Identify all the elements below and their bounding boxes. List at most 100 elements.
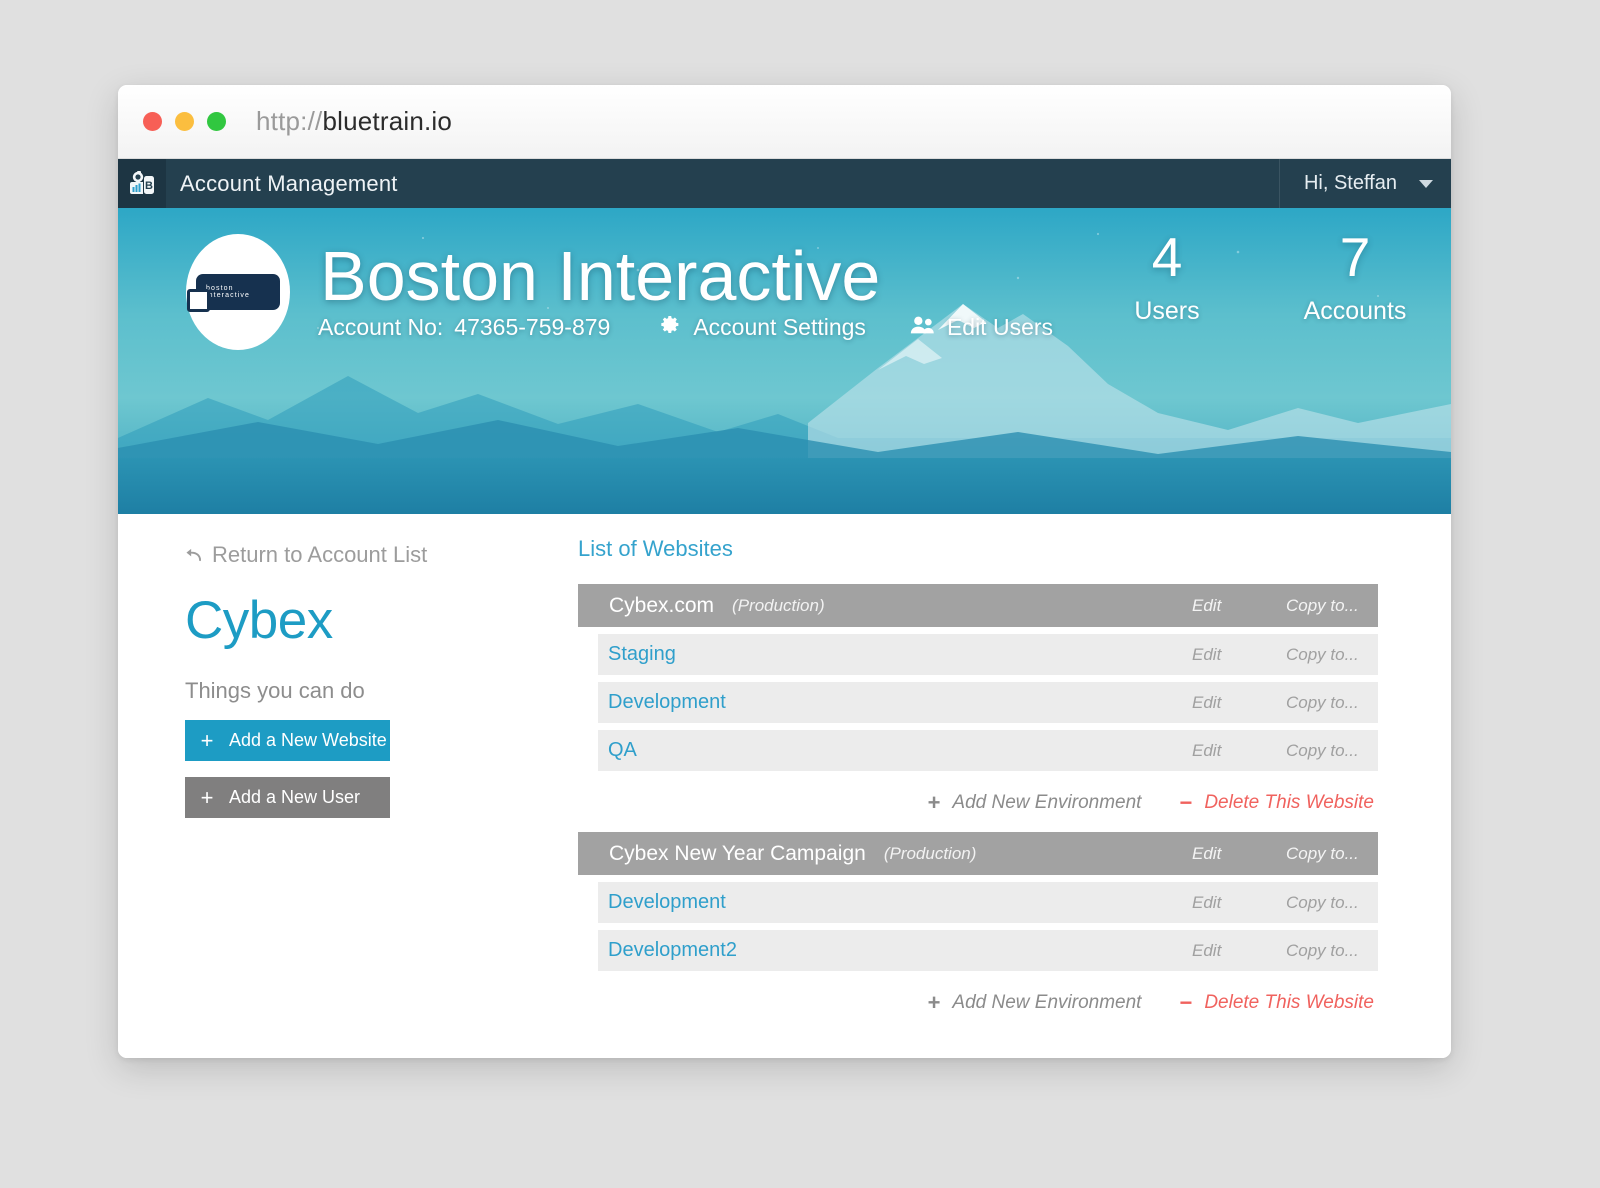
row-actions: Edit Copy to... <box>1192 645 1378 665</box>
company-name: Boston Interactive <box>320 237 881 315</box>
plus-icon: + <box>200 784 214 810</box>
environment-name[interactable]: QA <box>608 739 637 762</box>
plus-icon: + <box>200 727 214 753</box>
edit-link[interactable]: Edit <box>1192 941 1274 961</box>
add-new-user-label: Add a New User <box>229 787 361 807</box>
edit-link[interactable]: Edit <box>1192 893 1274 913</box>
environment-row: QA Edit Copy to... <box>598 730 1378 771</box>
environment-row: Staging Edit Copy to... <box>598 634 1378 675</box>
row-actions: Edit Copy to... <box>1192 693 1378 713</box>
environment-row: Development Edit Copy to... <box>598 682 1378 723</box>
delete-this-website-link[interactable]: − Delete This Website <box>1179 990 1374 1016</box>
sidebar: Return to Account List Cybex Things you … <box>185 542 515 818</box>
account-meta: Account No: 47365-759-879 Account Settin… <box>318 314 1097 341</box>
website-header-row[interactable]: Cybex New Year Campaign (Production) Edi… <box>578 832 1378 875</box>
add-new-website-button[interactable]: + Add a New Website <box>185 720 390 761</box>
edit-link[interactable]: Edit <box>1192 741 1274 761</box>
minus-icon: − <box>1179 790 1193 815</box>
block-actions: + Add New Environment − Delete This Webs… <box>578 990 1378 1016</box>
websites-list: List of Websites Cybex.com (Production) … <box>578 536 1378 1032</box>
copy-to-link[interactable]: Copy to... <box>1286 893 1368 913</box>
website-block: Cybex New Year Campaign (Production) Edi… <box>578 832 1378 1016</box>
website-header-row[interactable]: Cybex.com (Production) Edit Copy to... <box>578 584 1378 627</box>
account-settings-label: Account Settings <box>693 314 866 340</box>
row-actions: Edit Copy to... <box>1192 893 1378 913</box>
website-env-tag: (Production) <box>883 843 977 863</box>
user-menu[interactable]: Hi, Steffan <box>1278 159 1451 208</box>
row-actions: Edit Copy to... <box>1192 844 1378 864</box>
copy-to-link[interactable]: Copy to... <box>1286 741 1368 761</box>
edit-link[interactable]: Edit <box>1192 596 1274 616</box>
back-arrow-icon <box>185 542 202 568</box>
stat-accounts: 7 Accounts <box>1299 226 1411 326</box>
block-actions: + Add New Environment − Delete This Webs… <box>578 790 1378 816</box>
add-new-environment-link[interactable]: + Add New Environment <box>928 790 1142 816</box>
maximize-window-button[interactable] <box>207 112 226 131</box>
train-logo-icon[interactable]: B <box>118 159 166 208</box>
list-of-websites-heading[interactable]: List of Websites <box>578 536 1378 562</box>
environment-name[interactable]: Staging <box>608 643 676 666</box>
edit-link[interactable]: Edit <box>1192 645 1274 665</box>
return-to-account-list-link[interactable]: Return to Account List <box>185 542 515 568</box>
delete-this-website-label: Delete This Website <box>1204 792 1374 813</box>
address-bar[interactable]: http://bluetrain.io <box>256 106 452 137</box>
minimize-window-button[interactable] <box>175 112 194 131</box>
accounts-count-label: Accounts <box>1303 297 1407 326</box>
delete-this-website-label: Delete This Website <box>1204 992 1374 1013</box>
account-number-label: Account No: <box>318 314 444 340</box>
return-link-label: Return to Account List <box>212 542 428 567</box>
environment-row: Development2 Edit Copy to... <box>598 930 1378 971</box>
copy-to-link[interactable]: Copy to... <box>1286 941 1368 961</box>
users-count-label: Users <box>1134 297 1200 326</box>
website-block: Cybex.com (Production) Edit Copy to... S… <box>578 584 1378 816</box>
plus-icon: + <box>927 790 941 815</box>
add-new-user-button[interactable]: + Add a New User <box>185 777 390 818</box>
environment-name[interactable]: Development <box>608 891 726 914</box>
logo-text: boston interactive <box>206 285 251 299</box>
svg-text:B: B <box>145 180 153 192</box>
accounts-count: 7 <box>1339 226 1371 288</box>
account-stats: 4 Users 7 Accounts <box>1111 226 1411 326</box>
chevron-down-icon <box>1419 179 1433 188</box>
plus-icon: + <box>927 990 941 1015</box>
users-icon <box>910 314 935 341</box>
url-scheme: http:// <box>256 106 323 136</box>
copy-to-link[interactable]: Copy to... <box>1286 596 1368 616</box>
gear-icon <box>660 314 681 341</box>
browser-window: http://bluetrain.io B Account Management… <box>118 85 1451 1058</box>
page-content: Return to Account List Cybex Things you … <box>118 514 1451 1058</box>
delete-this-website-link[interactable]: − Delete This Website <box>1179 790 1374 816</box>
browser-titlebar: http://bluetrain.io <box>118 85 1451 159</box>
row-actions: Edit Copy to... <box>1192 596 1378 616</box>
minus-icon: − <box>1179 990 1193 1015</box>
row-actions: Edit Copy to... <box>1192 741 1378 761</box>
add-new-environment-label: Add New Environment <box>952 792 1142 813</box>
user-greeting: Hi, Steffan <box>1303 172 1397 194</box>
row-actions: Edit Copy to... <box>1192 941 1378 961</box>
add-new-website-label: Add a New Website <box>229 730 387 750</box>
environment-name[interactable]: Development2 <box>608 939 737 962</box>
account-number-value: 47365-759-879 <box>454 314 611 340</box>
environment-row: Development Edit Copy to... <box>598 882 1378 923</box>
edit-users-link[interactable]: Edit Users <box>910 314 1053 341</box>
things-you-can-do-label: Things you can do <box>185 678 365 703</box>
add-new-environment-link[interactable]: + Add New Environment <box>928 990 1142 1016</box>
app-navbar: B Account Management Hi, Steffan <box>118 159 1451 208</box>
environment-name[interactable]: Development <box>608 691 726 714</box>
account-settings-link[interactable]: Account Settings <box>660 314 866 341</box>
edit-link[interactable]: Edit <box>1192 844 1274 864</box>
copy-to-link[interactable]: Copy to... <box>1286 645 1368 665</box>
website-name: Cybex.com <box>609 593 715 617</box>
edit-users-label: Edit Users <box>946 314 1054 340</box>
window-controls <box>143 112 226 131</box>
close-window-button[interactable] <box>143 112 162 131</box>
edit-link[interactable]: Edit <box>1192 693 1274 713</box>
website-env-tag: (Production) <box>732 595 825 615</box>
app-title: Account Management <box>180 170 398 196</box>
copy-to-link[interactable]: Copy to... <box>1286 693 1368 713</box>
account-hero-banner: boston interactive Boston Interactive Ac… <box>118 208 1451 514</box>
page-title: Cybex <box>185 591 333 650</box>
logo-mark: boston interactive <box>187 274 280 312</box>
copy-to-link[interactable]: Copy to... <box>1286 844 1368 864</box>
website-name: Cybex New Year Campaign <box>609 841 866 865</box>
